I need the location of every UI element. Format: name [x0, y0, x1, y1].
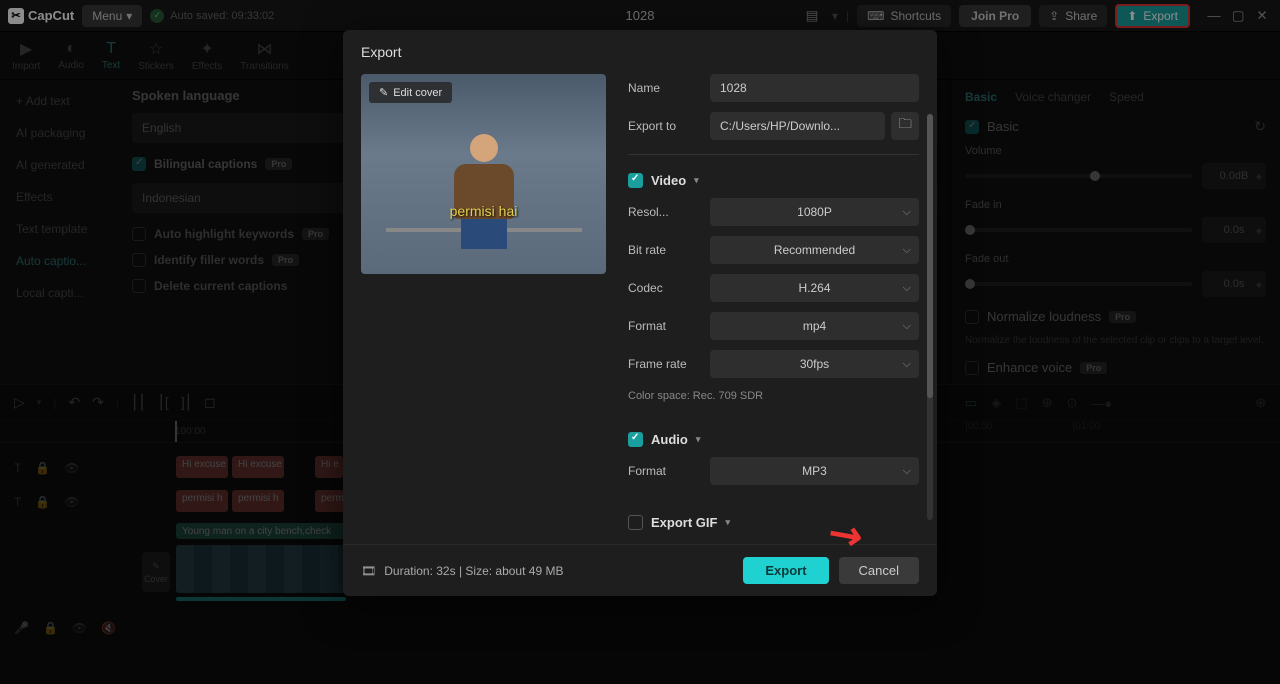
- video-export-checkbox[interactable]: [628, 173, 643, 188]
- folder-icon: 🗀: [898, 115, 911, 137]
- audio-format-select[interactable]: MP3: [710, 457, 919, 485]
- framerate-select[interactable]: 30fps: [710, 350, 919, 378]
- color-space-hint: Color space: Rec. 709 SDR: [628, 390, 919, 402]
- codec-select[interactable]: H.264: [710, 274, 919, 302]
- gif-export-checkbox[interactable]: [628, 515, 643, 530]
- bitrate-select[interactable]: Recommended: [710, 236, 919, 264]
- pencil-icon: ✎: [379, 86, 388, 99]
- export-duration: 🎞Duration: 32s | Size: about 49 MB: [361, 564, 563, 578]
- collapse-icon: ▾: [696, 434, 701, 445]
- format-select[interactable]: mp4: [710, 312, 919, 340]
- audio-export-checkbox[interactable]: [628, 432, 643, 447]
- export-path-input[interactable]: [710, 112, 885, 140]
- cover-preview: permisi hai ✎Edit cover: [361, 74, 606, 274]
- modal-scrollbar[interactable]: [927, 114, 933, 520]
- collapse-icon: ▾: [725, 517, 730, 528]
- modal-cancel-button[interactable]: Cancel: [839, 557, 919, 584]
- export-modal: Export permisi hai ✎Edit cover Name: [343, 30, 937, 596]
- resolution-select[interactable]: 1080P: [710, 198, 919, 226]
- browse-folder-button[interactable]: 🗀: [891, 112, 919, 140]
- export-name-input[interactable]: [710, 74, 919, 102]
- preview-caption: permisi hai: [450, 203, 518, 219]
- modal-export-button[interactable]: Export: [743, 557, 828, 584]
- edit-cover-button[interactable]: ✎Edit cover: [369, 82, 452, 103]
- export-modal-overlay: Export permisi hai ✎Edit cover Name: [0, 0, 1280, 684]
- collapse-icon: ▾: [694, 175, 699, 186]
- modal-title: Export: [343, 30, 937, 74]
- film-icon: 🎞: [361, 564, 376, 578]
